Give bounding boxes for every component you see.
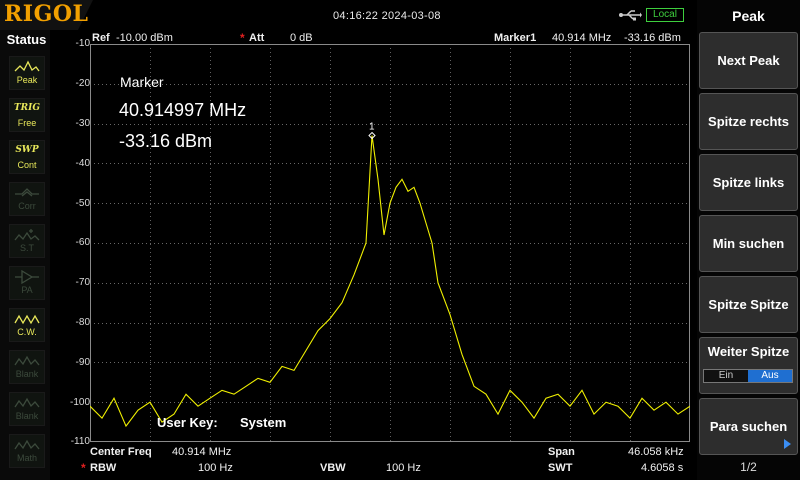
center-freq-label: Center Freq [90, 446, 152, 458]
param-search-button[interactable]: Para suchen [699, 398, 798, 455]
status-label: TRIG [13, 103, 41, 113]
marker-header-label: Marker1 [494, 32, 537, 44]
y-tick-label: -90 [75, 357, 90, 368]
ref-label: Ref [92, 32, 110, 44]
status-label: Peak [16, 75, 38, 85]
menu-title: Peak [732, 8, 765, 24]
center-freq-value[interactable]: 40.914 MHz [172, 446, 231, 458]
status-pa: PA [9, 266, 45, 300]
continuous-peak-label: Weiter Spitze [707, 344, 790, 359]
status-label: S.T [19, 243, 34, 253]
brand-logo: RIGOL [0, 0, 93, 30]
status-blank: Blank [9, 392, 45, 426]
status-label: Math [16, 453, 37, 463]
usb-icon [619, 10, 642, 21]
blank-icon [14, 355, 40, 366]
status-title: Status [6, 32, 47, 47]
rbw-star-icon: * [81, 461, 86, 475]
status-label: Blank [15, 369, 39, 379]
peak-right-button[interactable]: Spitze rechts [699, 93, 798, 150]
math-icon [14, 439, 40, 450]
status-label: SWP [15, 145, 39, 155]
status-math: Math [9, 434, 45, 468]
marker-readout-amp: -33.16 dBm [119, 131, 213, 151]
y-tick-label: -60 [75, 237, 90, 248]
toggle-on-option[interactable]: Ein [704, 370, 748, 382]
status-label: Blank [15, 411, 39, 421]
submenu-arrow-icon [784, 439, 791, 449]
status-trig: TRIG Free [9, 98, 45, 132]
rbw-label: RBW [90, 462, 117, 474]
marker-readout-label: Marker [120, 74, 164, 90]
cw-icon [14, 314, 40, 325]
y-tick-label: -50 [75, 198, 90, 209]
status-corr: Corr [9, 182, 45, 216]
vbw-value[interactable]: 100 Hz [386, 462, 421, 474]
status-blank: Blank [9, 350, 45, 384]
peak-left-button[interactable]: Spitze links [699, 154, 798, 211]
local-badge: Local [646, 8, 684, 22]
param-search-label: Para suchen [709, 419, 788, 434]
top-bar: RIGOL 04:16:22 2024-03-08 Local [0, 0, 697, 30]
swt-value[interactable]: 4.6058 s [641, 462, 683, 474]
spectrum-trace [90, 135, 690, 428]
att-label: Att [249, 32, 265, 44]
y-tick-label: -30 [75, 118, 90, 129]
corr-icon [15, 188, 39, 197]
marker-readout-freq: 40.914997 MHz [119, 100, 247, 120]
blank-icon [14, 397, 40, 408]
y-tick-label: -80 [75, 317, 90, 328]
peak-icon [14, 60, 40, 72]
min-search-button[interactable]: Min suchen [699, 215, 798, 272]
status-sweep: SWP Cont [9, 140, 45, 174]
span-value[interactable]: 46.058 kHz [628, 446, 684, 458]
status-peak: Peak [9, 56, 45, 90]
status-panel: Status Peak TRIG Free SWP Cont Corr S.T … [0, 30, 50, 480]
status-st: S.T [9, 224, 45, 258]
status-label: Corr [18, 201, 36, 211]
next-peak-button[interactable]: Next Peak [699, 32, 798, 89]
y-tick-label: -110 [70, 436, 90, 447]
att-star-icon: * [240, 31, 245, 45]
st-icon [14, 229, 40, 241]
continuous-peak-button[interactable]: Weiter Spitze [699, 337, 798, 394]
toggle-off-option[interactable]: Aus [748, 370, 792, 382]
marker-header-freq: 40.914 MHz [552, 32, 612, 44]
y-tick-label: -20 [75, 78, 90, 89]
att-value[interactable]: 0 dB [290, 32, 313, 44]
status-label: C.W. [17, 327, 37, 337]
continuous-peak-toggle[interactable]: Ein Aus [703, 369, 793, 383]
y-tick-label: -10 [75, 38, 90, 49]
marker-number: 1 [369, 122, 375, 133]
menu-page-indicator: 1/2 [740, 460, 757, 474]
pa-icon [15, 270, 39, 284]
status-label: PA [21, 285, 33, 295]
y-tick-label: -70 [75, 277, 90, 288]
ref-value[interactable]: -10.00 dBm [116, 32, 173, 44]
y-tick-label: -40 [75, 158, 90, 169]
peak-peak-button[interactable]: Spitze Spitze [699, 276, 798, 333]
user-key-label: User Key: [157, 415, 218, 430]
vbw-label: VBW [320, 462, 346, 474]
status-label: Free [17, 118, 37, 128]
rbw-value[interactable]: 100 Hz [198, 462, 233, 474]
datetime: 04:16:22 2024-03-08 [333, 10, 441, 22]
user-key-value: System [240, 415, 287, 430]
status-cw: C.W. [9, 308, 45, 342]
brand-name: RIGOL [4, 1, 89, 27]
y-tick-label: -100 [69, 397, 90, 408]
status-label: Cont [17, 160, 37, 170]
marker-header-amp: -33.16 dBm [624, 32, 681, 44]
span-label: Span [548, 446, 575, 458]
swt-label: SWT [548, 462, 573, 474]
